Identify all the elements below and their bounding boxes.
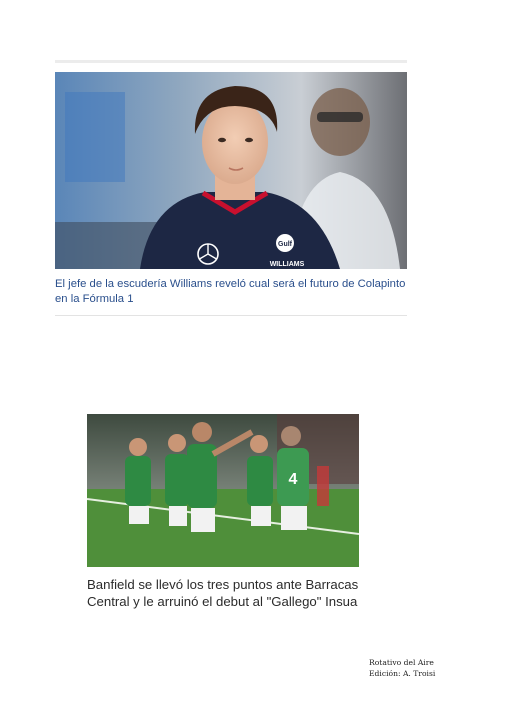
jersey-number: 4: [289, 471, 298, 488]
credits: Rotativo del Aire Edición: A. Troisi: [369, 657, 435, 679]
credits-line-2: Edición: A. Troisi: [369, 669, 436, 678]
article-2-headline[interactable]: Banfield se llevó los tres puntos ante B…: [87, 576, 372, 610]
article-1-headline[interactable]: El jefe de la escudería Williams reveló …: [55, 277, 407, 307]
article-2-image[interactable]: 4: [87, 414, 359, 567]
colapinto-photo: Gulf WILLIAMS: [55, 72, 407, 269]
article-1-image[interactable]: Gulf WILLIAMS: [55, 72, 407, 269]
gulf-logo-text: Gulf: [278, 241, 293, 248]
banfield-photo: 4: [87, 414, 359, 567]
credits-line-1: Rotativo del Aire: [369, 658, 434, 667]
top-divider: [55, 60, 407, 63]
article-1-divider: [55, 315, 407, 316]
williams-shirt-text: WILLIAMS: [270, 261, 305, 268]
